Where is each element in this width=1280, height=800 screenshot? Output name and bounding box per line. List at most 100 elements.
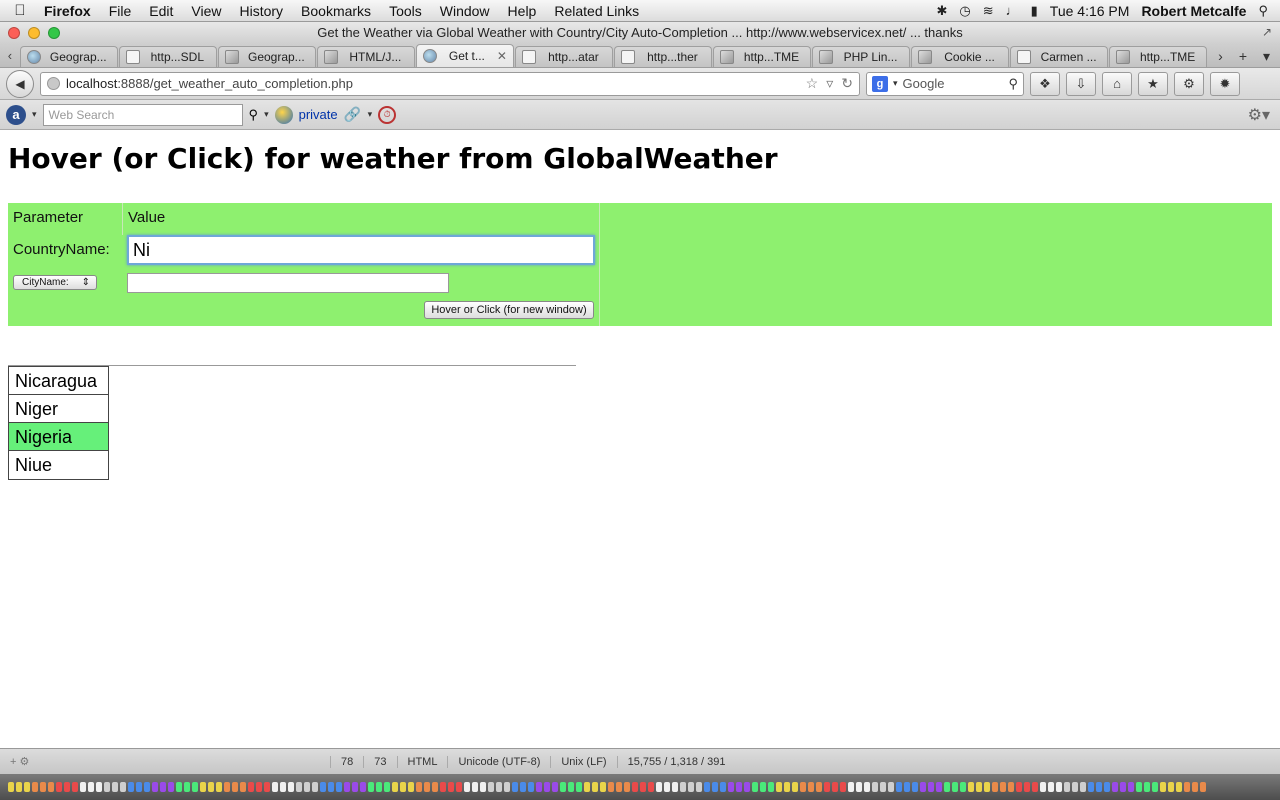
dock-app-icon[interactable]: [816, 782, 822, 792]
dock-app-icon[interactable]: [808, 782, 814, 792]
addon-logo-icon[interactable]: a: [6, 104, 26, 125]
city-name-select[interactable]: CityName: ⇕: [13, 275, 97, 290]
dock-app-icon[interactable]: [664, 782, 670, 792]
dock-app-icon[interactable]: [136, 782, 142, 792]
dock-app-icon[interactable]: [376, 782, 382, 792]
dock-app-icon[interactable]: [920, 782, 926, 792]
dock-app-icon[interactable]: [216, 782, 222, 792]
tab-7[interactable]: http...TME: [712, 46, 812, 67]
dock-app-icon[interactable]: [1072, 782, 1078, 792]
dock-app-icon[interactable]: [848, 782, 854, 792]
dock-app-icon[interactable]: [768, 782, 774, 792]
menu-bookmarks[interactable]: Bookmarks: [292, 3, 380, 19]
dock-app-icon[interactable]: [856, 782, 862, 792]
dock-app-icon[interactable]: [536, 782, 542, 792]
dock-app-icon[interactable]: [352, 782, 358, 792]
dock-app-icon[interactable]: [48, 782, 54, 792]
dock-app-icon[interactable]: [880, 782, 886, 792]
dock-app-icon[interactable]: [184, 782, 190, 792]
dock-app-icon[interactable]: [408, 782, 414, 792]
dock-app-icon[interactable]: [528, 782, 534, 792]
menu-app-firefox[interactable]: Firefox: [40, 3, 100, 19]
dock-app-icon[interactable]: [104, 782, 110, 792]
minimize-window-icon[interactable]: [28, 27, 40, 39]
dock-app-icon[interactable]: [320, 782, 326, 792]
dock-app-icon[interactable]: [544, 782, 550, 792]
dock-app-icon[interactable]: [1000, 782, 1006, 792]
dock-app-icon[interactable]: [440, 782, 446, 792]
dock-app-icon[interactable]: [280, 782, 286, 792]
dock-app-icon[interactable]: [248, 782, 254, 792]
suggestion-item-niger[interactable]: Niger: [9, 395, 108, 423]
dock-app-icon[interactable]: [552, 782, 558, 792]
dock-app-icon[interactable]: [624, 782, 630, 792]
dock-app-icon[interactable]: [40, 782, 46, 792]
dock-app-icon[interactable]: [480, 782, 486, 792]
search-icon[interactable]: ⚲: [1008, 76, 1018, 92]
dock-app-icon[interactable]: [760, 782, 766, 792]
fullscreen-icon[interactable]: ↗: [1262, 25, 1272, 39]
dock-app-icon[interactable]: [608, 782, 614, 792]
dock-app-icon[interactable]: [672, 782, 678, 792]
tab-6[interactable]: http...ther: [613, 46, 712, 67]
menu-window[interactable]: Window: [431, 3, 499, 19]
dock-app-icon[interactable]: [632, 782, 638, 792]
menu-file[interactable]: File: [100, 3, 141, 19]
dock-app-icon[interactable]: [464, 782, 470, 792]
dock-app-icon[interactable]: [152, 782, 158, 792]
editor-syntax[interactable]: HTML: [396, 755, 448, 768]
dock-app-icon[interactable]: [112, 782, 118, 792]
globe-icon[interactable]: [274, 105, 293, 124]
dock-app-icon[interactable]: [208, 782, 214, 792]
settings-gear-icon[interactable]: ⚙▾: [1248, 105, 1274, 125]
dock-app-icon[interactable]: [1104, 782, 1110, 792]
dock-app-icon[interactable]: [96, 782, 102, 792]
dock-app-icon[interactable]: [944, 782, 950, 792]
tab-close-icon[interactable]: ✕: [497, 49, 507, 63]
dock-app-icon[interactable]: [504, 782, 510, 792]
dock-app-icon[interactable]: [1080, 782, 1086, 792]
dock-app-icon[interactable]: [424, 782, 430, 792]
wifi-icon[interactable]: ≋: [983, 3, 994, 19]
dock-app-icon[interactable]: [456, 782, 462, 792]
battery-icon[interactable]: ▮: [1031, 3, 1038, 19]
spotlight-icon[interactable]: ⚲: [1258, 3, 1268, 19]
hover-or-click-button[interactable]: Hover or Click (for new window): [424, 301, 594, 319]
dock-app-icon[interactable]: [488, 782, 494, 792]
dock-app-icon[interactable]: [240, 782, 246, 792]
dock-app-icon[interactable]: [144, 782, 150, 792]
extension-button[interactable]: ⚙: [1174, 71, 1204, 96]
dock-app-icon[interactable]: [888, 782, 894, 792]
apple-menu-icon[interactable]: : [0, 2, 40, 19]
dock-app-icon[interactable]: [360, 782, 366, 792]
web-search-input[interactable]: Web Search: [42, 103, 243, 126]
dock-app-icon[interactable]: [296, 782, 302, 792]
dock-app-icon[interactable]: [256, 782, 262, 792]
dock-app-icon[interactable]: [1112, 782, 1118, 792]
dock-app-icon[interactable]: [1088, 782, 1094, 792]
dock-app-icon[interactable]: [800, 782, 806, 792]
dock-app-icon[interactable]: [16, 782, 22, 792]
dock-app-icon[interactable]: [1048, 782, 1054, 792]
dock-app-icon[interactable]: [1032, 782, 1038, 792]
dock-app-icon[interactable]: [1096, 782, 1102, 792]
tab-9[interactable]: Cookie ...: [911, 46, 1010, 67]
tab-8[interactable]: PHP Lin...: [812, 46, 911, 67]
dock-app-icon[interactable]: [936, 782, 942, 792]
dock-app-icon[interactable]: [120, 782, 126, 792]
dock-app-icon[interactable]: [968, 782, 974, 792]
menu-edit[interactable]: Edit: [140, 3, 182, 19]
country-name-input[interactable]: [127, 235, 595, 265]
dock-app-icon[interactable]: [912, 782, 918, 792]
editor-line-endings[interactable]: Unix (LF): [550, 755, 616, 768]
dock-app-icon[interactable]: [824, 782, 830, 792]
dock-app-icon[interactable]: [792, 782, 798, 792]
dock-app-icon[interactable]: [264, 782, 270, 792]
dock-app-icon[interactable]: [728, 782, 734, 792]
dock-app-icon[interactable]: [64, 782, 70, 792]
city-name-input[interactable]: [127, 273, 449, 293]
dock-app-icon[interactable]: [312, 782, 318, 792]
dock-app-icon[interactable]: [752, 782, 758, 792]
dock-app-icon[interactable]: [304, 782, 310, 792]
dock-app-icon[interactable]: [448, 782, 454, 792]
